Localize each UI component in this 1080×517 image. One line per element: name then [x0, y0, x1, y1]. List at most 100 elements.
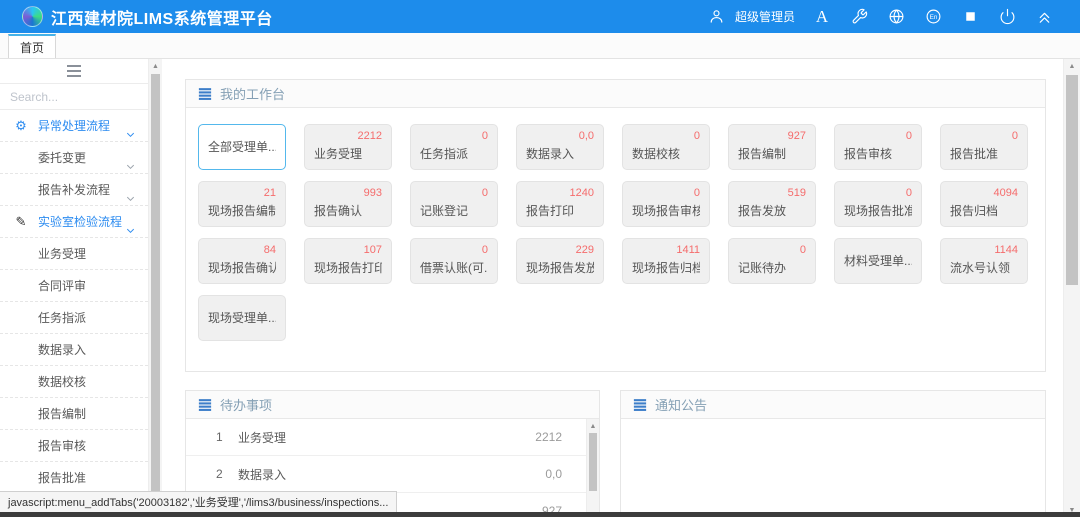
- workbench-card[interactable]: 107 现场报告打印: [304, 238, 392, 284]
- workbench-card[interactable]: 21 现场报告编制: [198, 181, 286, 227]
- sidebar-scrollbar[interactable]: ▲: [148, 59, 162, 517]
- sidebar-menu-item[interactable]: 报告编制: [0, 398, 148, 430]
- sidebar-menu-item-label: 报告补发流程: [38, 183, 110, 197]
- workbench-card[interactable]: 927 报告编制: [728, 124, 816, 170]
- main-content: 我的工作台 全部受理单... 2212 业务受理 0 任务指派 0,0 数据录入…: [162, 59, 1063, 517]
- fullscreen-icon[interactable]: [960, 7, 980, 27]
- workbench-card[interactable]: 0 现场报告批准: [834, 181, 922, 227]
- sidebar-menu-item[interactable]: 任务指派: [0, 302, 148, 334]
- main-scrollbar[interactable]: ▲ ▼: [1063, 59, 1080, 517]
- workbench-card[interactable]: 1144 流水号认领: [940, 238, 1028, 284]
- sidebar-search-input[interactable]: [0, 83, 148, 110]
- sidebar-menu-item[interactable]: 报告补发流程: [0, 174, 148, 206]
- card-count-badge: 0: [950, 129, 1018, 143]
- card-label: 报告编制: [738, 146, 806, 162]
- power-icon[interactable]: [997, 7, 1017, 27]
- workbench-card[interactable]: 0 报告审核: [834, 124, 922, 170]
- card-count-badge: 0: [844, 129, 912, 143]
- card-label: 报告批准: [950, 146, 1018, 162]
- card-count-badge: 0: [420, 186, 488, 200]
- card-count-badge: 0: [844, 186, 912, 200]
- workbench-card[interactable]: 4094 报告归档: [940, 181, 1028, 227]
- todo-row[interactable]: 1 业务受理 2212: [186, 419, 586, 456]
- todo-row-value: 2212: [535, 430, 562, 444]
- sidebar: ⚙ 异常处理流程 委托变更 报告补发流程 ✎ 实验室检验流程 业务受理: [0, 59, 148, 517]
- workbench-card[interactable]: 0 报告批准: [940, 124, 1028, 170]
- sidebar-menu-item[interactable]: 委托变更: [0, 142, 148, 174]
- main-scrollbar-thumb[interactable]: [1066, 75, 1078, 285]
- collapse-icon[interactable]: [1034, 7, 1054, 27]
- workbench-card[interactable]: 1240 报告打印: [516, 181, 604, 227]
- card-label: 现场报告确认: [208, 260, 276, 276]
- todo-scrollbar[interactable]: ▲: [586, 419, 599, 516]
- workbench-card[interactable]: 0 任务指派: [410, 124, 498, 170]
- sidebar-menu-item[interactable]: 数据校核: [0, 366, 148, 398]
- sidebar-collapse-toggle[interactable]: [0, 59, 148, 83]
- card-count-badge: 1240: [526, 186, 594, 200]
- sidebar-menu-item[interactable]: 报告审核: [0, 430, 148, 462]
- sidebar-menu-item-label: 委托变更: [38, 151, 86, 165]
- sidebar-menu-item-label: 报告批准: [38, 471, 86, 485]
- workbench-card[interactable]: 84 现场报告确认: [198, 238, 286, 284]
- workbench-card[interactable]: 1411 现场报告归档: [622, 238, 710, 284]
- tab-home[interactable]: 首页: [8, 34, 56, 58]
- user-icon[interactable]: [707, 7, 727, 27]
- bottom-edge-strip: [0, 512, 1080, 517]
- card-count-badge: 0: [420, 129, 488, 143]
- sidebar-menu-item[interactable]: 合同评审: [0, 270, 148, 302]
- card-label: 业务受理: [314, 146, 382, 162]
- list-icon: [198, 398, 212, 412]
- card-count-badge: 0: [738, 243, 806, 257]
- language-icon[interactable]: En: [923, 7, 943, 27]
- scroll-up-arrow[interactable]: ▲: [587, 419, 599, 433]
- card-count-badge: 1411: [632, 243, 700, 257]
- scroll-up-arrow[interactable]: ▲: [1064, 59, 1080, 73]
- workbench-card[interactable]: 0,0 数据录入: [516, 124, 604, 170]
- workbench-card[interactable]: 现场受理单...: [198, 295, 286, 341]
- sidebar-scrollbar-thumb[interactable]: [151, 74, 160, 504]
- workbench-card[interactable]: 2212 业务受理: [304, 124, 392, 170]
- workbench-card[interactable]: 0 数据校核: [622, 124, 710, 170]
- card-label: 现场报告审核: [632, 203, 700, 219]
- workbench-card[interactable]: 229 现场报告发放: [516, 238, 604, 284]
- sidebar-menu-item[interactable]: 报告批准: [0, 462, 148, 494]
- workbench-card[interactable]: 0 现场报告审核: [622, 181, 710, 227]
- card-label: 报告归档: [950, 203, 1018, 219]
- sidebar-menu-item[interactable]: ⚙ 异常处理流程: [0, 110, 148, 142]
- sidebar-menu-item-label: 数据录入: [38, 343, 86, 357]
- scroll-up-arrow[interactable]: ▲: [149, 59, 162, 73]
- username-label[interactable]: 超级管理员: [735, 8, 795, 25]
- sidebar-menu-item-label: 异常处理流程: [38, 119, 110, 133]
- wrench-icon[interactable]: [849, 7, 869, 27]
- todo-row[interactable]: 2 数据录入 0,0: [186, 456, 586, 493]
- todo-scrollbar-thumb[interactable]: [589, 433, 597, 491]
- card-count-badge: 2212: [314, 129, 382, 143]
- card-count-badge: 0: [632, 186, 700, 200]
- sidebar-menu-item[interactable]: 业务受理: [0, 238, 148, 270]
- card-count-badge: 0,0: [526, 129, 594, 143]
- sidebar-menu-item[interactable]: ✎ 实验室检验流程: [0, 206, 148, 238]
- hamburger-icon: [66, 64, 82, 78]
- workbench-card[interactable]: 0 借票认账(可...: [410, 238, 498, 284]
- card-label: 流水号认领: [950, 260, 1018, 276]
- workbench-card[interactable]: 519 报告发放: [728, 181, 816, 227]
- workbench-card[interactable]: 0 记账登记: [410, 181, 498, 227]
- font-size-icon[interactable]: A: [812, 7, 832, 27]
- card-count-badge: 993: [314, 186, 382, 200]
- globe-icon[interactable]: [886, 7, 906, 27]
- card-count-badge: 1144: [950, 243, 1018, 257]
- card-count-badge: 229: [526, 243, 594, 257]
- todo-row-number: 1: [216, 430, 238, 444]
- workbench-card[interactable]: 材料受理单...: [834, 238, 922, 284]
- sidebar-menu-item[interactable]: 数据录入: [0, 334, 148, 366]
- workbench-card[interactable]: 全部受理单...: [198, 124, 286, 170]
- svg-text:En: En: [929, 14, 937, 21]
- workbench-card[interactable]: 0 记账待办: [728, 238, 816, 284]
- app-body: ⚙ 异常处理流程 委托变更 报告补发流程 ✎ 实验室检验流程 业务受理: [0, 59, 1080, 517]
- list-icon: [198, 87, 212, 101]
- todo-row-value: 0,0: [545, 467, 562, 481]
- workbench-card[interactable]: 993 报告确认: [304, 181, 392, 227]
- gear-icon: ⚙: [12, 110, 30, 142]
- card-count-badge: 519: [738, 186, 806, 200]
- sidebar-menu-item-label: 实验室检验流程: [38, 215, 122, 229]
